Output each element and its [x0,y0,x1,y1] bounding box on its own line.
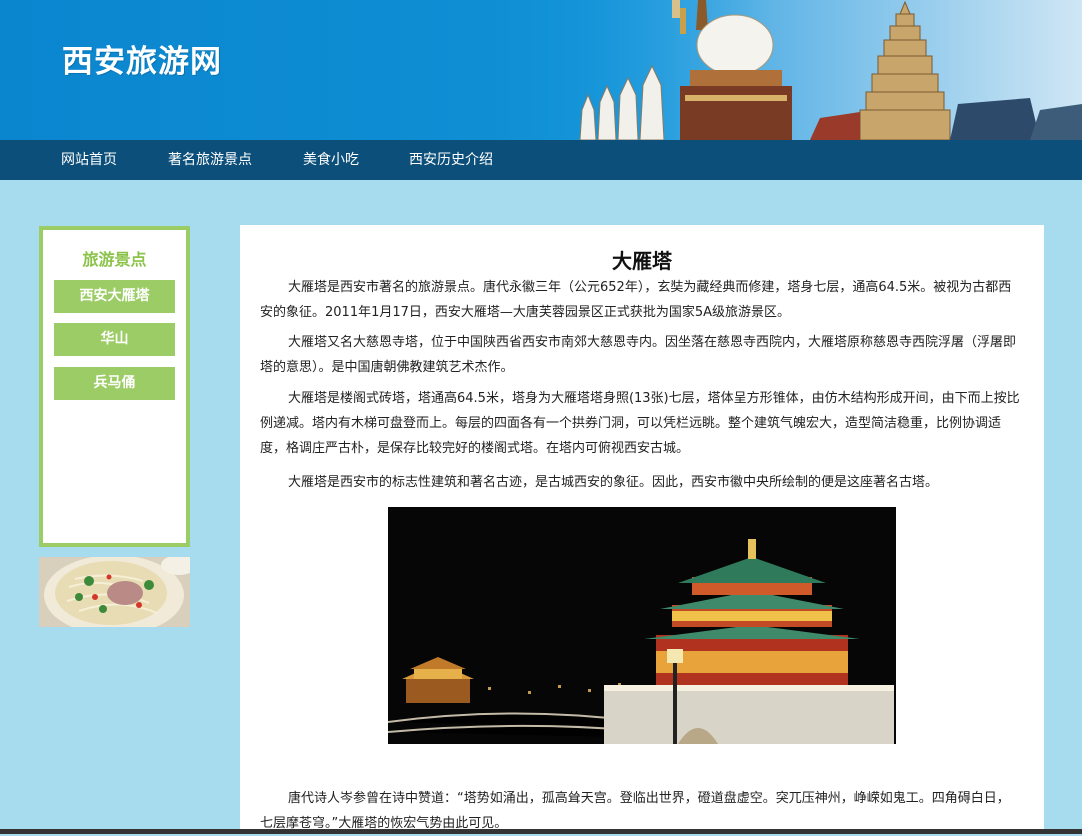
sidebar-item-big-goose-pagoda[interactable]: 西安大雁塔 [54,280,175,313]
sidebar-item-huashan[interactable]: 华山 [54,323,175,356]
bell-tower-night-photo [388,507,896,744]
sidebar-attractions: 旅游景点 西安大雁塔 华山 兵马俑 [39,226,190,547]
article-paragraph: 大雁塔是西安市的标志性建筑和著名古迹，是古城西安的象征。因此，西安市徽中央所绘制… [288,475,939,490]
article-paragraph: 大雁塔是西安市著名的旅游景点。唐代永徽三年（公元652年），玄奘为藏经典而修建，… [260,280,1012,320]
nav-item-home[interactable]: 网站首页 [61,140,117,180]
noodle-dish-image [39,557,190,627]
bottom-edge-bar [0,829,1082,834]
main-content: 大雁塔 大雁塔是西安市著名的旅游景点。唐代永徽三年（公元652年），玄奘为藏经典… [240,225,1044,834]
nav-item-history[interactable]: 西安历史介绍 [409,140,493,180]
nav-item-attractions[interactable]: 著名旅游景点 [168,140,252,180]
nav-item-food[interactable]: 美食小吃 [303,140,359,180]
article-paragraph: 大雁塔是楼阁式砖塔，塔通高64.5米，塔身为大雁塔塔身照(13张)七层，塔体呈方… [260,391,1020,456]
site-header: 西安旅游网 [0,0,1082,140]
sidebar-item-terracotta-warriors[interactable]: 兵马俑 [54,367,175,400]
site-logo-title[interactable]: 西安旅游网 [62,36,222,81]
banner-pagoda-image [560,0,1082,140]
sidebar-title: 旅游景点 [82,250,147,269]
article-paragraph: 大雁塔又名大慈恩寺塔，位于中国陕西省西安市南郊大慈恩寺内。因坐落在慈恩寺西院内，… [260,335,1017,375]
article-title: 大雁塔 [612,249,672,273]
main-nav: 网站首页 著名旅游景点 美食小吃 西安历史介绍 [0,140,1082,180]
